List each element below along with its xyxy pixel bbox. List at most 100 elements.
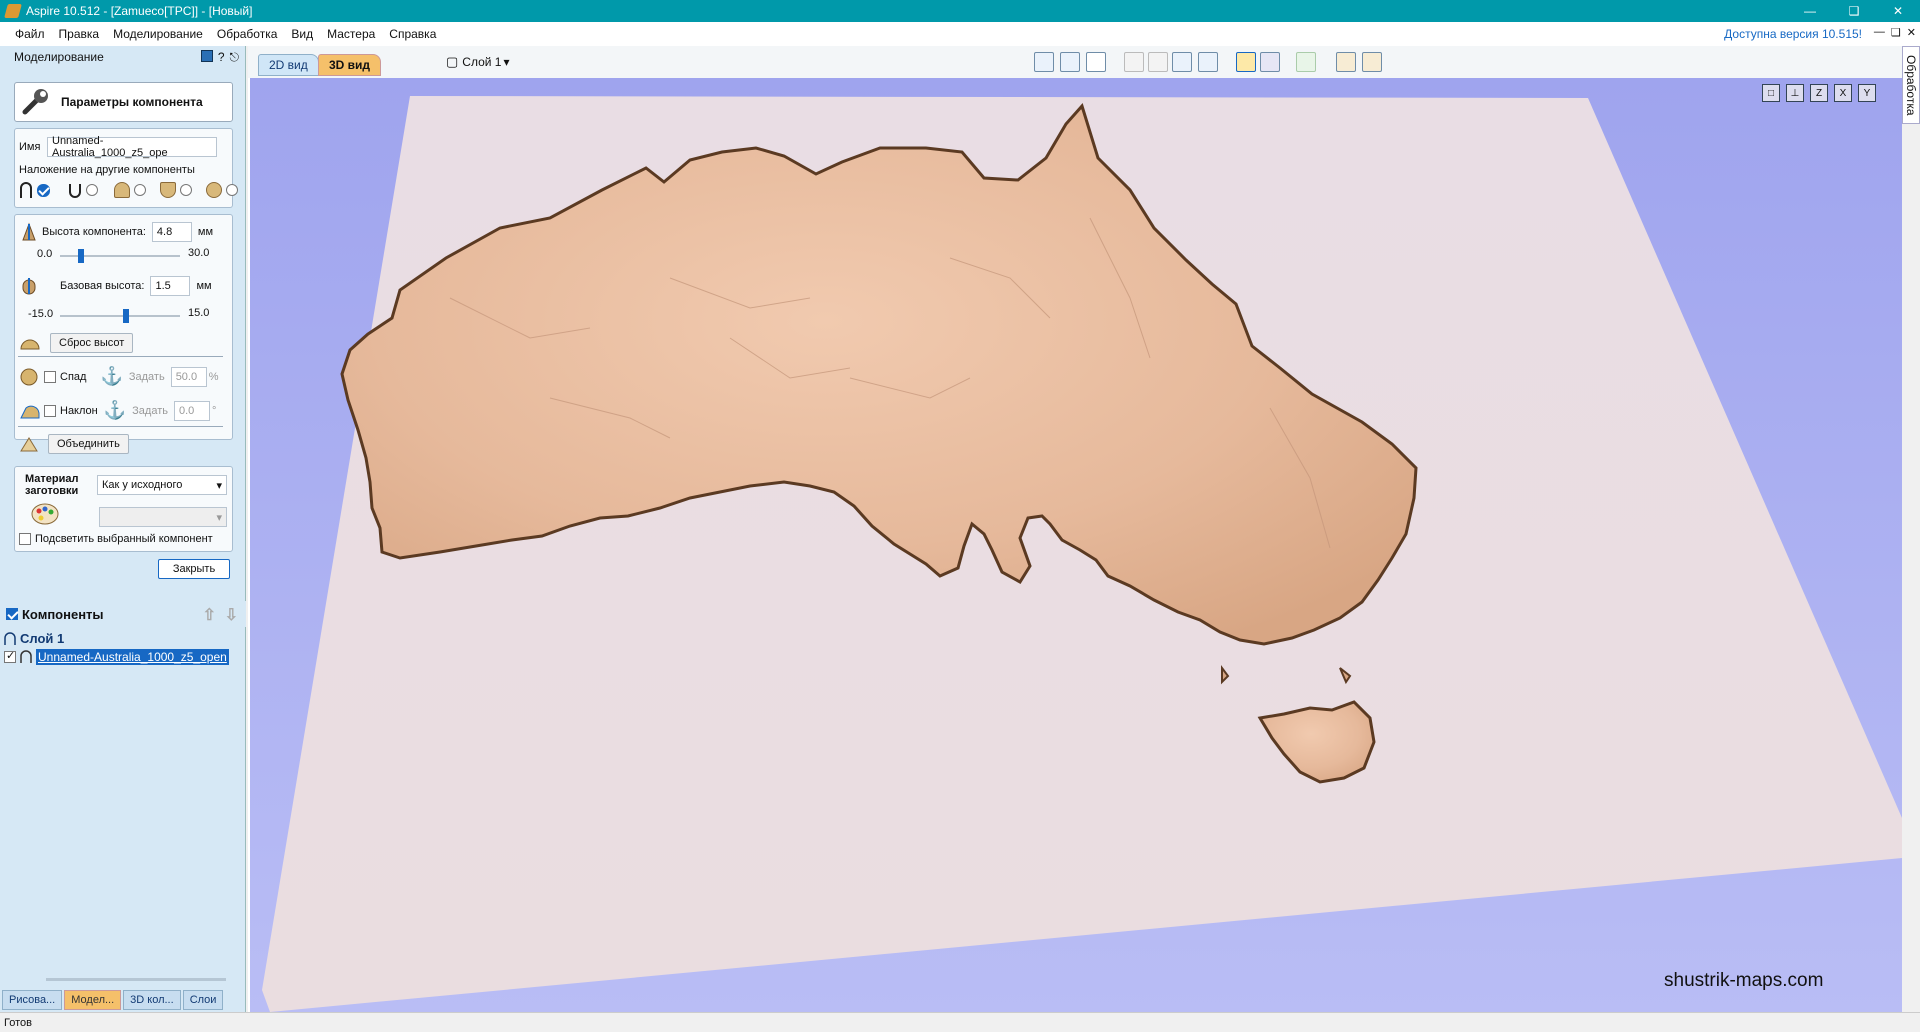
close-button[interactable]: Закрыть (158, 559, 230, 579)
tab-drawing[interactable]: Рисова... (2, 990, 63, 1010)
close-window-button[interactable]: ✕ (1876, 0, 1920, 22)
dock-icon[interactable] (200, 50, 213, 62)
app-icon (4, 4, 22, 18)
reset-heights-icon (20, 339, 40, 350)
tilt-unit: ° (211, 404, 217, 417)
window-title: Aspire 10.512 - [Zamueco[TPC]] - [Новый] (26, 4, 253, 18)
restore-button[interactable]: ❑ (1832, 0, 1876, 22)
base-slider[interactable] (60, 309, 180, 323)
mdi-restore-icon[interactable]: ❑ (1891, 26, 1901, 39)
reset-heights-button[interactable]: Сброс высот (50, 333, 134, 353)
zoom-box-icon[interactable] (1034, 52, 1054, 72)
tab-3d-clipart[interactable]: 3D кол... (123, 990, 181, 1010)
material-color-select[interactable]: ▾ (99, 507, 227, 527)
height-min: 0.0 (37, 248, 53, 260)
tab-layers[interactable]: Слои (182, 990, 224, 1010)
tab-2d-view[interactable]: 2D вид (258, 54, 319, 76)
chevron-down-icon: ▾ (503, 55, 510, 69)
wireframe-view-icon[interactable] (1260, 52, 1280, 72)
overlap-radio-add[interactable] (37, 183, 50, 197)
height-input[interactable]: 4.8 (151, 222, 192, 242)
components-header: Компоненты ⇧ ⇩ (0, 601, 246, 627)
merge-low-icon (160, 182, 176, 198)
pin-icon[interactable]: ⎋ (230, 50, 240, 65)
mdi-close-icon[interactable]: ✕ (1907, 26, 1916, 39)
layout-1-icon[interactable] (1336, 52, 1356, 72)
fade-checkbox[interactable] (44, 370, 56, 383)
toolpaths-side-tab[interactable]: Обработка (1902, 46, 1920, 124)
3d-canvas[interactable]: □ ⊥ Z X Y (250, 78, 1902, 1012)
layer-icon (4, 631, 16, 645)
bottom-tabs: Рисова... Модел... 3D кол... Слои (0, 990, 246, 1012)
overlap-label: Наложение на другие компоненты (19, 164, 195, 176)
height-slider[interactable] (60, 249, 180, 263)
height-unit: мм (197, 226, 214, 238)
divider (18, 356, 223, 357)
zoom-selection-icon[interactable] (1172, 52, 1192, 72)
tab-modeling[interactable]: Модел... (64, 990, 122, 1010)
fade-anchor-icon[interactable]: ⚓ (100, 366, 122, 387)
name-input[interactable]: Unnamed-Australia_1000_z5_ope (47, 135, 217, 159)
layer-dropdown[interactable]: ▢ Слой 1 ▾ (446, 54, 510, 70)
base-slider-thumb[interactable] (123, 309, 129, 323)
pan-icon[interactable] (1124, 52, 1144, 72)
base-height-input[interactable]: 1.5 (150, 276, 191, 296)
move-down-icon[interactable]: ⇩ (225, 605, 238, 625)
panel-scrollbar[interactable] (46, 978, 226, 981)
fade-value-input[interactable]: 50.0 (170, 366, 207, 387)
menu-modeling[interactable]: Моделирование (106, 27, 210, 41)
menu-file[interactable]: Файл (8, 27, 52, 41)
watermark-text: shustrik-maps.com (1664, 970, 1824, 991)
overlap-radio-low[interactable] (180, 184, 192, 196)
menu-bar: Файл Правка Моделирование Обработка Вид … (0, 22, 1920, 46)
height-max: 30.0 (188, 247, 210, 259)
overlap-radio-high[interactable] (134, 184, 146, 196)
help-icon[interactable]: ? (218, 50, 225, 65)
component-params-button[interactable]: Параметры компонента (14, 82, 233, 122)
merge-add-icon (20, 182, 32, 198)
layer-name[interactable]: Слой 1 (20, 631, 64, 646)
mdi-minimize-icon[interactable]: — (1874, 26, 1885, 39)
move-up-icon[interactable]: ⇧ (203, 605, 216, 625)
layout-2-icon[interactable] (1362, 52, 1382, 72)
height-icon (22, 222, 36, 241)
menu-edit[interactable]: Правка (52, 27, 107, 41)
base-min: -15.0 (28, 308, 54, 320)
tilt-value-input[interactable]: 0.0 (173, 400, 210, 421)
zoom-icon[interactable] (1148, 52, 1168, 72)
height-label: Высота компонента: (42, 226, 146, 238)
menu-help[interactable]: Справка (382, 27, 443, 41)
fade-unit: % (208, 370, 219, 383)
base-height-icon (22, 278, 36, 295)
grid-icon[interactable] (1086, 52, 1106, 72)
update-link[interactable]: Доступна версия 10.515! (1724, 27, 1862, 41)
component-list-item[interactable]: Unnamed-Australia_1000_z5_open (36, 649, 229, 665)
shaded-view-icon[interactable] (1236, 52, 1256, 72)
menu-view[interactable]: Вид (284, 27, 320, 41)
zoom-extents-icon[interactable] (1198, 52, 1218, 72)
tilt-anchor-icon[interactable]: ⚓ (104, 400, 126, 421)
minimize-button[interactable]: — (1788, 0, 1832, 22)
tilt-set-button[interactable]: Задать (132, 405, 168, 417)
tilt-checkbox[interactable] (44, 404, 56, 417)
fade-set-button[interactable]: Задать (129, 371, 165, 383)
highlight-checkbox[interactable] (19, 533, 31, 545)
merge-high-icon (114, 182, 130, 198)
height-slider-thumb[interactable] (78, 249, 84, 263)
components-title: Компоненты (22, 606, 104, 622)
overlap-radio-multiply[interactable] (226, 184, 238, 196)
overlap-radio-subtract[interactable] (86, 184, 98, 196)
menu-wizards[interactable]: Мастера (320, 27, 382, 41)
name-label: Имя (19, 141, 41, 153)
material-label: Материал заготовки (25, 473, 79, 497)
tab-3d-view[interactable]: 3D вид (318, 54, 382, 76)
merge-button[interactable]: Объединить (48, 434, 129, 454)
material-select[interactable]: Как у исходного ▾ (97, 475, 227, 495)
zoom-all-icon[interactable] (1060, 52, 1080, 72)
material-view-icon[interactable] (1296, 52, 1316, 72)
material-select-value: Как у исходного (102, 479, 183, 491)
components-checkbox[interactable] (6, 608, 18, 620)
menu-toolpaths[interactable]: Обработка (210, 27, 285, 41)
component-checkbox[interactable]: ✓ (4, 650, 16, 663)
tilt-label: Наклон (60, 404, 98, 417)
